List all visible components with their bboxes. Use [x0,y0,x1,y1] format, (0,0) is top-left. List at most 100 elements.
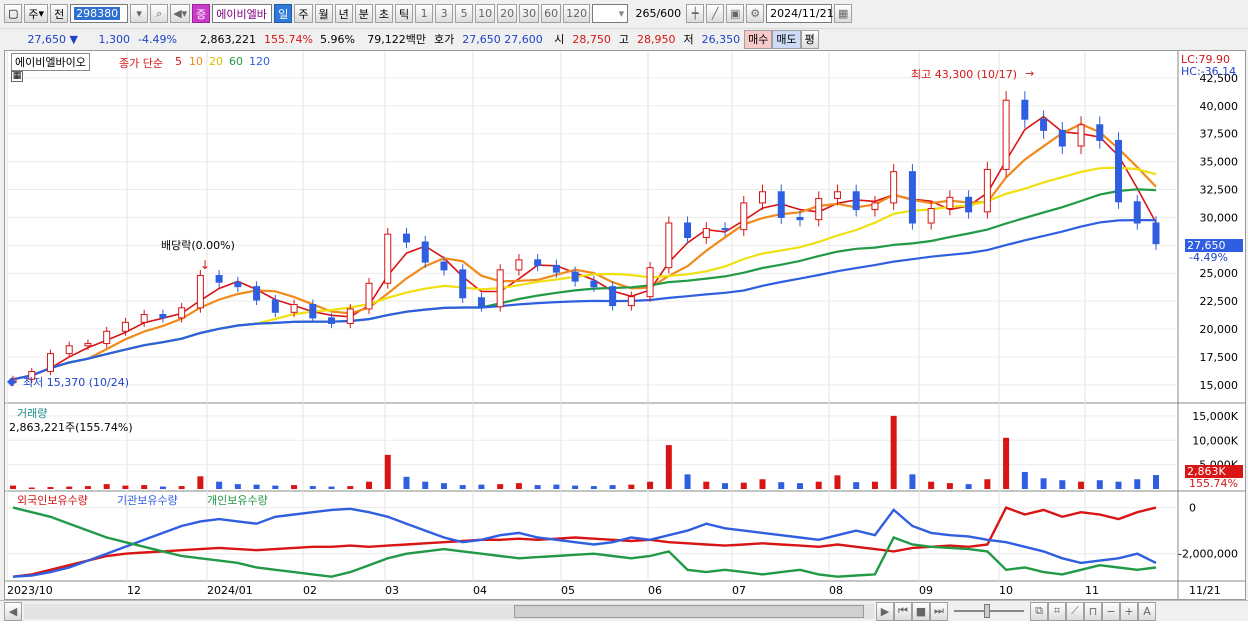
candle-body [965,196,973,213]
min-arrow: ◆ [7,374,17,388]
y-tick-label: 15,000 [1200,379,1239,392]
volume-bar [10,485,16,489]
volume-bar [871,481,878,489]
candle-body [421,241,429,263]
code-input[interactable]: 298380 [70,4,129,23]
interval-120[interactable]: 120 [563,4,591,23]
scroll-right-icon[interactable]: ▶ [876,601,894,621]
volume-bar [384,454,391,489]
avg-button[interactable]: 평 [800,29,819,49]
volume-value: 2,863,221 [200,32,256,46]
bottom-scrollbar[interactable]: ◀ ▶ ⏮ ■ ⏭ ⧉ ⌗ ⟋ ⊓ − + A [0,600,1248,621]
volume-bar [403,476,410,489]
interval-3[interactable]: 3 [435,4,454,23]
candle-body [777,191,785,218]
candle-body [1077,124,1085,147]
scroll-thumb[interactable] [514,604,864,618]
buy-button[interactable]: 매수 [744,29,773,49]
candle-body [384,233,392,284]
candle-body [1152,222,1160,245]
last-page-icon[interactable]: ⏭ [930,601,948,621]
interval-10[interactable]: 10 [475,4,496,23]
date-input[interactable]: 2024/11/21 [766,4,834,23]
candle-body [65,345,73,355]
dropdown-icon[interactable]: ▾ [130,4,149,23]
candle-body [609,286,617,307]
legend-individual: 개인보유수량 [207,494,268,507]
chart-svg: 42,50040,00037,50035,00032,50030,00027,5… [5,51,1245,599]
candle-body [271,299,279,313]
scroll-track[interactable] [24,603,874,619]
interval-30[interactable]: 30 [519,4,540,23]
candle-body [402,233,410,243]
x-label: 02 [303,584,317,597]
volume-bar [1059,480,1066,489]
zoom-slider[interactable] [954,604,1024,618]
volume-bar [309,486,316,489]
volume-bar [328,486,335,489]
period-day[interactable]: 일 [274,4,293,23]
interval-1[interactable]: 1 [415,4,434,23]
volume-bar [890,415,897,489]
bid-price: 27,600 [504,32,543,46]
indicator-icon[interactable]: ⌗ [1048,601,1066,621]
table-icon[interactable]: ▦ [11,71,23,82]
save-icon[interactable]: ▣ [726,4,745,23]
calendar-icon[interactable]: ▦ [834,4,853,23]
magnet-icon[interactable]: ⊓ [1084,601,1102,621]
draw-icon[interactable]: ╱ [706,4,725,23]
interval-5[interactable]: 5 [455,4,474,23]
search-icon[interactable]: ⌕ [150,4,169,23]
period-month[interactable]: 월 [314,4,333,23]
layout-icon[interactable]: ⧉ [1030,601,1048,621]
period-minute[interactable]: 분 [354,4,373,23]
candle-body [196,274,204,309]
chart-area[interactable]: 42,50040,00037,50035,00032,50030,00027,5… [4,50,1246,600]
candle-body [908,171,916,224]
interval-20[interactable]: 20 [497,4,518,23]
volume-bar [1096,480,1103,489]
candle-body [178,307,186,319]
interval-dropdown[interactable]: ▾ [592,4,629,23]
period-week[interactable]: 주 [294,4,313,23]
stock-name-field: 에이비엘바 [212,4,273,23]
x-label: 2024/01 [207,584,253,597]
quote-bar: 27,650 ▼ 1,300 -4.49% 2,863,221 155.74% … [0,28,1248,49]
y-tick-label: 30,000 [1200,211,1239,224]
period-tick[interactable]: 틱 [395,4,414,23]
period-year[interactable]: 년 [334,4,353,23]
volume-bar [684,474,691,489]
candle-body [796,216,804,221]
current-price: 27,650 ▼ [27,32,78,46]
chart-type-icon[interactable]: ┿ [686,4,705,23]
zoom-out-icon[interactable]: − [1102,601,1120,621]
candle-body [590,280,598,288]
volume-bar [103,484,110,489]
speaker-icon[interactable]: ◀▾ [170,4,191,23]
volume-bar [740,482,747,489]
market-select[interactable]: 주 ▾ [24,4,49,23]
y-tick-label: 37,500 [1200,128,1239,141]
volume-bar [553,484,560,489]
volume-bar [1134,479,1141,489]
font-icon[interactable]: A [1138,601,1156,621]
window-icon[interactable]: ▢ [4,4,23,23]
volume-bar [440,483,447,489]
volume-bar [515,483,522,489]
gear-icon[interactable]: ⚙ [746,4,765,23]
stock-badge-icon: 증 [192,4,211,23]
first-page-icon[interactable]: ⏮ [894,601,912,621]
volume-bar [703,481,710,489]
candle-body [159,314,167,319]
interval-60[interactable]: 60 [541,4,562,23]
trend-icon[interactable]: ⟋ [1066,601,1084,621]
scroll-left-icon[interactable]: ◀ [4,601,22,621]
holding-tick-label: 0 [1189,502,1196,515]
period-second[interactable]: 초 [374,4,394,23]
count-input[interactable]: 265/600 [630,4,684,23]
prev-button[interactable]: 전 [50,4,69,23]
zoom-in-icon[interactable]: + [1120,601,1138,621]
stop-icon[interactable]: ■ [912,601,930,621]
main-toolbar: ▢ 주 ▾ 전 298380 ▾ ⌕ ◀▾ 증 에이비엘바 일 주 월 년 분 초… [0,0,1248,27]
sell-button[interactable]: 매도 [772,29,801,49]
